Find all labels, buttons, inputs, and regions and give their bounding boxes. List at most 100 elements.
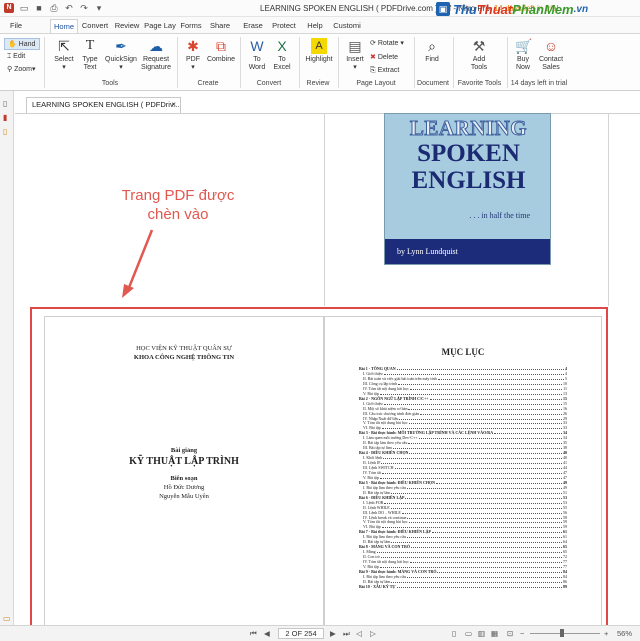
group-favorite-tools-label: Favorite Tools [457,80,502,87]
tab-share[interactable]: Share [207,19,233,33]
to-word-button[interactable]: W To Word [245,36,269,72]
select-button[interactable]: ⇱ Select ▾ [50,36,78,72]
toc-dot-leader [409,562,562,564]
pdf-button[interactable]: ✱ PDF ▾ [181,36,205,72]
toc-dot-leader [383,373,564,375]
toc-dot-leader [431,532,562,534]
fit-page-icon[interactable]: ⊡ [507,629,513,639]
contact-sales-button[interactable]: ☺ Contact Sales [536,36,566,72]
toc-dot-leader [379,567,562,568]
zoom-in-icon[interactable]: + [604,629,608,639]
toc-entry: I. Khối lệnh 40 [359,456,567,460]
save-icon[interactable]: ■ [34,3,44,13]
to-excel-label-2: Excel [273,64,291,71]
pages-panel-icon[interactable]: ▯ [3,99,11,108]
toc-chapter-entry: Bài 1 - TỔNG QUAN 4 [359,367,567,371]
tab-customize[interactable]: Customi [330,19,364,33]
toc-entry-page: 55 [563,504,567,510]
next-page-icon[interactable]: ▶ [330,629,336,639]
text-t-icon: T [85,38,95,53]
ribbon-home: ✋ Hand ⌶ Edit ⚲ Zoom▾ ⇱ Select ▾ T Type Te… [0,33,640,91]
tab-home[interactable]: Home [50,19,78,33]
undo-icon[interactable]: ↶ [64,3,74,13]
edit-mode-button[interactable]: ⌶ Edit [4,51,40,63]
highlight-button[interactable]: A Highlight [302,36,336,64]
type-text-label-2: Text [83,64,97,71]
tab-protect[interactable]: Protect [268,19,300,33]
toc-entry: III. Lệnh SWITCH 44 [359,466,567,470]
print-icon[interactable]: ⎙ [49,3,59,13]
find-icon: ⌕ [428,38,436,54]
to-excel-button[interactable]: X To Excel [270,36,294,72]
combine-button[interactable]: ⧉ Combine [205,36,237,64]
play-icon[interactable]: ▷ [370,629,376,639]
quicksign-button[interactable]: ✒ QuickSign ▾ [103,36,139,72]
add-tools-button[interactable]: ⚒ Add Tools [464,36,494,72]
facing-continuous-view-icon[interactable]: ▦ [491,629,498,639]
cover-author: by Lynn Lundquist [385,239,550,264]
zoom-slider-thumb[interactable] [560,629,564,637]
bookmarks-panel-icon[interactable]: ▮ [3,113,11,122]
continuous-view-icon[interactable]: ▭ [465,629,472,639]
to-word-label-1: To [253,56,261,63]
toc-chapter-entry: Bài 2 - NGÔN NGỮ LẬP TRÌNH C/C++ 15 [359,396,567,401]
find-button[interactable]: ⌕ Find [418,36,446,64]
group-convert-label: Convert [256,80,282,87]
tab-review[interactable]: Review [112,19,142,33]
customize-icon[interactable]: ▾ [94,3,104,13]
toc-entry-text: II. Một số khái niệm cơ bản [363,405,408,411]
previous-page-icon[interactable]: ◀ [264,629,270,639]
toc-dot-leader [406,576,562,578]
last-page-icon[interactable]: ⏭ [343,629,350,639]
institute-name: HỌC VIỆN KỸ THUẬT QUÂN SỰ [136,345,232,352]
tab-forms[interactable]: Forms [178,19,204,33]
toc-entry: II. Một số khái niệm cơ bản 16 [359,405,567,411]
buy-now-button[interactable]: 🛒 Buy Now [510,36,536,72]
page-number-field[interactable]: 2 OF 254 [278,628,324,639]
extract-button[interactable]: ⎘ Extract [370,67,399,75]
tab-convert[interactable]: Convert [80,19,110,33]
zoom-slider[interactable] [530,633,600,634]
back-view-icon[interactable]: ◁ [356,629,362,639]
cover-tagline: . . . in half the time [469,211,530,220]
toc-entry: V. Tóm tắt nội dung bài học 33 [359,421,567,425]
pen-icon: ✒ [115,38,127,54]
toc-dot-leader [381,463,562,465]
tab-help[interactable]: Help [304,19,326,33]
toc-dot-leader [429,398,562,400]
comments-panel-icon[interactable]: ▭ [3,614,11,623]
toc-dot-leader [410,547,562,549]
group-create-label: Create [197,80,219,87]
signature-label: Signature [141,64,171,71]
open-icon[interactable]: ▭ [19,3,29,13]
toc-dot-leader [392,448,562,450]
attachments-panel-icon[interactable]: ▯ [3,127,11,136]
rotate-button[interactable]: ⟳ Rotate ▾ [370,39,404,47]
delete-button[interactable]: ✖ Delete [370,53,398,61]
redo-icon[interactable]: ↷ [79,3,89,13]
word-icon: W [250,38,264,54]
toc-entry-text: II. Lệnh WHILE [363,504,390,510]
type-text-button[interactable]: T Type Text [78,36,102,72]
request-signature-button[interactable]: ☁ Request Signature [139,36,173,72]
single-page-view-icon[interactable]: ▯ [452,629,456,639]
close-icon[interactable]: × [171,98,176,112]
insert-button[interactable]: ▤ Insert ▾ [342,36,368,72]
brand-part3: PhanMem [512,1,574,17]
toc-chapter-entry: Bài 8 - MẢNG VÀ CON TRỎ 65 [359,545,567,549]
tab-erase[interactable]: Erase [240,19,266,33]
toc-entry: I. Bài tập làm theo yêu cầu 49 [359,485,567,490]
facing-view-icon[interactable]: ▥ [478,629,485,639]
tab-file[interactable]: File [4,19,28,33]
tab-page-layout[interactable]: Page Lay [144,19,176,33]
document-tab[interactable]: LEARNING SPOKEN ENGLISH ( PDFDriv... × [26,97,181,113]
author-1: Hồ Đức Dương [163,484,205,491]
zoom-mode-button[interactable]: ⚲ Zoom▾ [4,64,40,76]
toc-entry: IV. Tóm tắt nội dung bài học 77 [359,560,567,564]
hand-mode-button[interactable]: ✋ Hand [4,38,40,50]
left-panel-rail: ▯ ▮ ▯ ▭ ▭ [0,91,14,641]
delete-label: Delete [377,54,399,61]
zoom-out-icon[interactable]: − [520,629,524,639]
first-page-icon[interactable]: ⏮ [250,629,257,639]
annotation-line-2: chèn vào [147,206,209,223]
